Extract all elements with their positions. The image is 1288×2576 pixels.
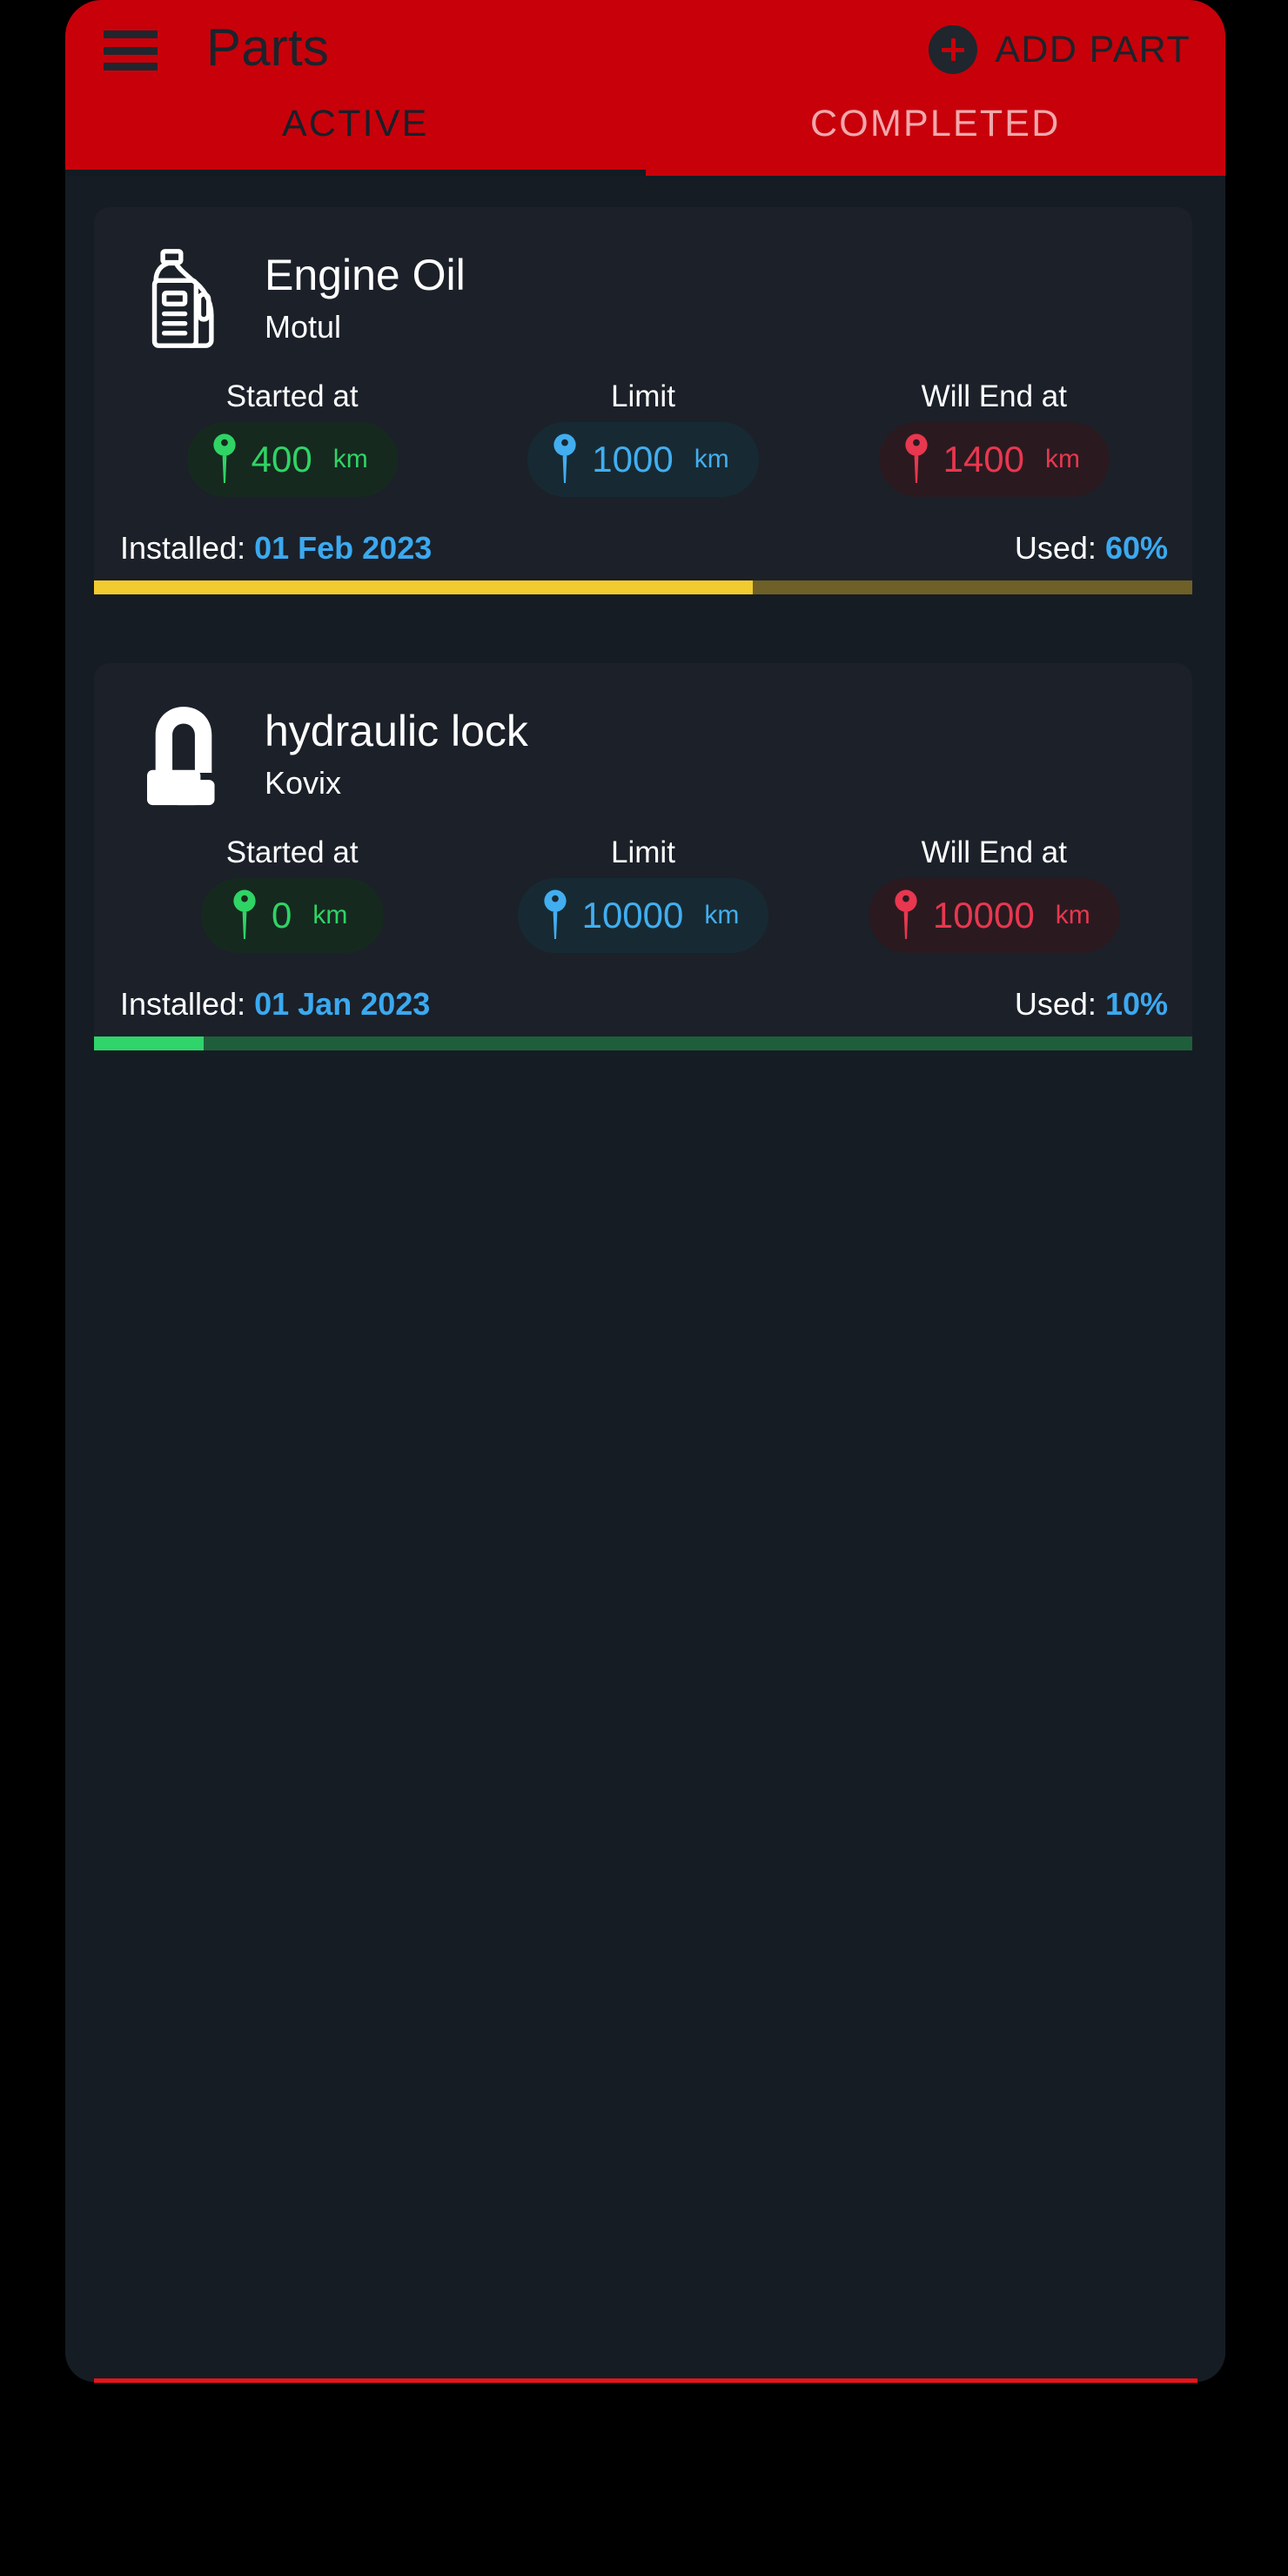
installed-info: Installed: 01 Feb 2023 xyxy=(120,533,432,564)
installed-label: Installed: xyxy=(120,530,246,566)
card-header: hydraulic lock Kovix xyxy=(94,663,1192,816)
used-percent: 60% xyxy=(1104,530,1168,566)
u-lock-icon xyxy=(132,701,235,808)
progress-bar-fill xyxy=(94,1036,205,1050)
add-part-label: ADD PART xyxy=(995,28,1191,70)
chip-value: 400 xyxy=(251,439,312,480)
progress-bar-fill xyxy=(94,580,754,594)
stat-label: Started at xyxy=(225,835,359,869)
chip-unit: km xyxy=(694,445,729,473)
chip-unit: km xyxy=(332,445,368,473)
hamburger-line xyxy=(104,46,158,55)
stat-label: Will End at xyxy=(921,835,1067,869)
part-brand: Kovix xyxy=(265,765,342,801)
hamburger-line xyxy=(104,63,158,70)
chip-unit: km xyxy=(1045,445,1081,473)
chip-value: 10000 xyxy=(581,895,684,936)
stats-row: Started at 0 km Limit 10000 km Will End … xyxy=(94,837,1192,953)
map-pin-icon xyxy=(233,889,256,939)
part-card-hydraulic-lock[interactable]: hydraulic lock Kovix Started at 0 km Lim… xyxy=(94,663,1192,1050)
hamburger-line xyxy=(104,30,158,38)
phone-frame: Parts ADD PART ACTIVE COMPLETED Engine O… xyxy=(65,0,1225,2382)
limit-chip: 1000 km xyxy=(527,422,759,497)
installed-date: 01 Jan 2023 xyxy=(254,986,431,1022)
app-bar-top-row: Parts ADD PART xyxy=(65,0,1225,101)
used-label: Used: xyxy=(1014,530,1097,566)
add-part-button[interactable]: ADD PART xyxy=(929,25,1203,76)
used-info: Used: 10% xyxy=(1015,989,1168,1020)
stat-label: Will End at xyxy=(921,379,1067,413)
stat-limit: Limit 1000 km xyxy=(467,381,818,497)
card-header: Engine Oil Motul xyxy=(94,207,1192,360)
chip-unit: km xyxy=(704,901,740,929)
parts-list[interactable]: Engine Oil Motul Started at 400 km Limit xyxy=(65,176,1225,2382)
tab-completed-label: COMPLETED xyxy=(810,103,1061,144)
part-brand: Motul xyxy=(265,309,342,345)
stat-started-at: Started at 400 km xyxy=(117,381,467,497)
chip-unit: km xyxy=(1055,901,1090,929)
map-pin-icon xyxy=(904,433,928,483)
tab-active-label: ACTIVE xyxy=(281,103,429,144)
card-title-block: hydraulic lock Kovix xyxy=(265,707,528,802)
tab-active[interactable]: ACTIVE xyxy=(65,101,646,176)
card-footer: Installed: 01 Jan 2023 Used: 10% xyxy=(94,972,1192,1036)
installed-label: Installed: xyxy=(120,986,246,1022)
stat-label: Limit xyxy=(611,379,675,413)
bottom-accent-line xyxy=(94,2378,1197,2383)
map-pin-icon xyxy=(212,433,236,483)
hamburger-menu-icon[interactable] xyxy=(104,30,158,70)
chip-value: 10000 xyxy=(932,895,1035,936)
will-end-at-chip: 10000 km xyxy=(868,878,1120,953)
stat-will-end-at: Will End at 1400 km xyxy=(819,381,1170,497)
part-title: Engine Oil xyxy=(265,251,466,299)
installed-date: 01 Feb 2023 xyxy=(254,530,433,566)
used-label: Used: xyxy=(1014,986,1097,1022)
plus-circle-icon xyxy=(929,25,978,74)
chip-value: 1400 xyxy=(943,439,1025,480)
part-card-engine-oil[interactable]: Engine Oil Motul Started at 400 km Limit xyxy=(94,207,1192,594)
part-title: hydraulic lock xyxy=(265,707,528,755)
stat-will-end-at: Will End at 10000 km xyxy=(819,837,1170,953)
app-bar: Parts ADD PART ACTIVE COMPLETED xyxy=(65,0,1225,176)
oil-bottle-icon xyxy=(132,245,235,352)
installed-info: Installed: 01 Jan 2023 xyxy=(120,989,430,1020)
chip-unit: km xyxy=(312,901,348,929)
map-pin-icon xyxy=(543,889,567,939)
stat-label: Started at xyxy=(225,379,359,413)
progress-bar xyxy=(94,580,1192,594)
stat-limit: Limit 10000 km xyxy=(467,837,818,953)
stats-row: Started at 400 km Limit 1000 km Will End… xyxy=(94,381,1192,497)
stat-label: Limit xyxy=(611,835,675,869)
limit-chip: 10000 km xyxy=(517,878,769,953)
tab-completed[interactable]: COMPLETED xyxy=(646,101,1226,176)
card-footer: Installed: 01 Feb 2023 Used: 60% xyxy=(94,516,1192,580)
page-title: Parts xyxy=(206,18,330,77)
tab-bar: ACTIVE COMPLETED xyxy=(65,101,1225,176)
used-info: Used: 60% xyxy=(1015,533,1168,564)
stat-started-at: Started at 0 km xyxy=(117,837,467,953)
map-pin-icon xyxy=(895,889,917,939)
used-percent: 10% xyxy=(1104,986,1168,1022)
chip-value: 1000 xyxy=(592,439,674,480)
progress-bar xyxy=(94,1036,1192,1050)
will-end-at-chip: 1400 km xyxy=(878,422,1110,497)
started-at-chip: 0 km xyxy=(200,878,384,953)
map-pin-icon xyxy=(553,433,576,483)
card-title-block: Engine Oil Motul xyxy=(265,251,466,346)
started-at-chip: 400 km xyxy=(186,422,398,497)
chip-value: 0 xyxy=(271,895,292,936)
